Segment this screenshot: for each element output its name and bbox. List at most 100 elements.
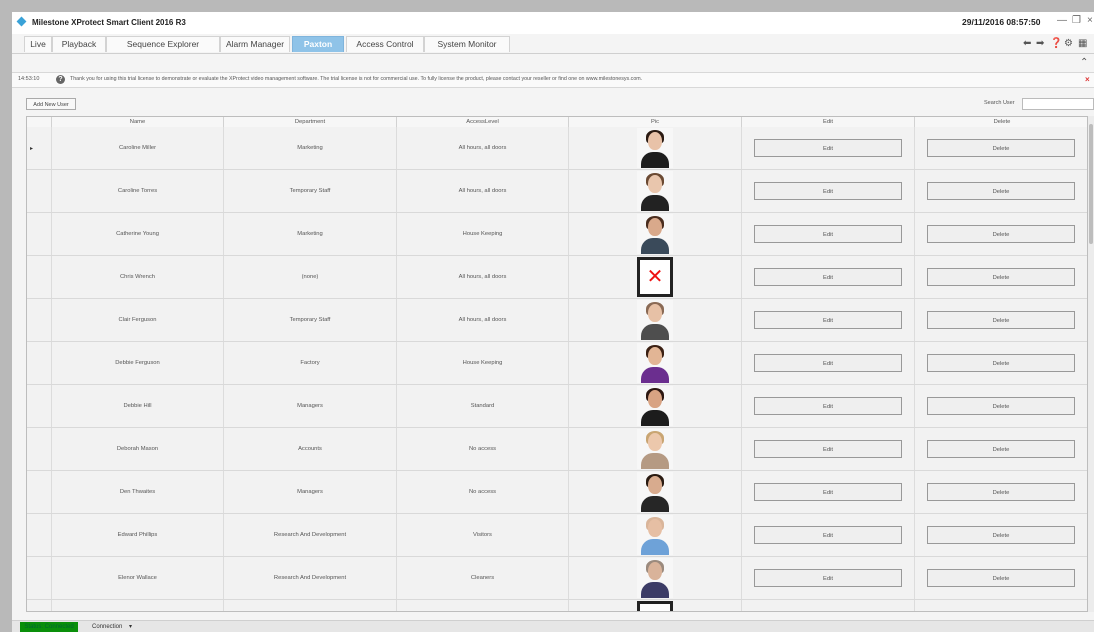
access-level-cell: Visitors xyxy=(396,514,568,556)
department-cell: Managers xyxy=(223,471,396,513)
edit-button[interactable]: Edit xyxy=(754,440,902,458)
tab-playback[interactable]: Playback xyxy=(52,36,106,52)
column-header-department[interactable]: Department xyxy=(223,117,396,127)
edit-button[interactable]: Edit xyxy=(754,569,902,587)
grid-scrollbar[interactable] xyxy=(1088,116,1094,612)
user-name-cell: Deborah Mason xyxy=(51,428,223,470)
table-row[interactable]: Debbie Hill Managers Standard Edit Delete xyxy=(27,385,1087,428)
table-row[interactable]: ✕ EditDelete xyxy=(27,600,1087,611)
photo-face xyxy=(648,175,662,193)
delete-button[interactable]: Delete xyxy=(927,311,1075,329)
layout-icon[interactable]: ▦ xyxy=(1078,38,1087,49)
photo-shoulders xyxy=(641,367,669,383)
edit-button[interactable]: Edit xyxy=(754,397,902,415)
row-selector[interactable] xyxy=(27,299,51,341)
table-row[interactable]: ▸ Caroline Miller Marketing All hours, all … xyxy=(27,127,1087,170)
row-selector[interactable] xyxy=(27,256,51,298)
photo-shoulders xyxy=(641,582,669,598)
connection-menu[interactable]: Connection ▾ xyxy=(92,622,132,632)
table-row[interactable]: Caroline Torres Temporary Staff All hours,… xyxy=(27,170,1087,213)
table-row[interactable]: Deborah Mason Accounts No access Edit Delete xyxy=(27,428,1087,471)
column-header-delete[interactable]: Delete xyxy=(914,117,1087,127)
row-selector[interactable] xyxy=(27,213,51,255)
table-row[interactable]: Catherine Young Marketing House Keeping Edi… xyxy=(27,213,1087,256)
table-row[interactable]: Elenor Wallace Research And Development Cl… xyxy=(27,557,1087,600)
row-selector[interactable]: ▸ xyxy=(27,127,51,169)
delete-button[interactable]: Delete xyxy=(927,268,1075,286)
restore-icon[interactable]: ❐ xyxy=(1072,15,1081,26)
workspace-tabs: Live Playback Sequence Explorer Alarm Ma… xyxy=(12,34,1094,54)
edit-button[interactable]: Edit xyxy=(754,225,902,243)
back-arrow-icon[interactable]: ⬅ xyxy=(1023,38,1031,49)
help-icon[interactable]: ❓ xyxy=(1050,38,1062,49)
banner-message: Thank you for using this trial license t… xyxy=(70,76,643,82)
edit-button[interactable]: Edit xyxy=(754,182,902,200)
search-user-input[interactable] xyxy=(1022,98,1094,110)
row-selector[interactable] xyxy=(27,471,51,513)
row-selector[interactable] xyxy=(27,385,51,427)
workspace-subbar: ⌃ xyxy=(12,54,1094,73)
scrollbar-thumb[interactable] xyxy=(1089,124,1093,244)
delete-button[interactable]: Delete xyxy=(927,440,1075,458)
red-x-icon: ✕ xyxy=(640,604,670,611)
department-cell: Managers xyxy=(223,385,396,427)
user-name-cell: Chris Wrench xyxy=(51,256,223,298)
row-selector[interactable] xyxy=(27,514,51,556)
tab-live[interactable]: Live xyxy=(24,36,52,52)
table-row[interactable]: Chris Wrench (none) All hours, all doors ✕ E… xyxy=(27,256,1087,299)
column-header-pic[interactable]: Pic xyxy=(568,117,741,127)
edit-button[interactable]: Edit xyxy=(754,354,902,372)
edit-button[interactable]: Edit xyxy=(754,483,902,501)
edit-button[interactable]: Edit xyxy=(754,526,902,544)
tab-access-control[interactable]: Access Control xyxy=(346,36,424,52)
banner-close-icon[interactable]: × xyxy=(1085,75,1090,84)
settings-gear-icon[interactable]: ⚙ xyxy=(1064,38,1073,49)
edit-cell: Edit xyxy=(741,342,914,384)
column-header-name[interactable]: Name xyxy=(51,117,223,127)
table-row[interactable]: Clair Ferguson Temporary Staff All hours, … xyxy=(27,299,1087,342)
row-selector[interactable] xyxy=(27,557,51,599)
user-photo xyxy=(637,429,673,469)
delete-button[interactable]: Delete xyxy=(927,182,1075,200)
tab-alarm-manager[interactable]: Alarm Manager xyxy=(220,36,290,52)
status-bar: Status: Connected Connection ▾ xyxy=(12,620,1094,632)
photo-shoulders xyxy=(641,238,669,254)
user-name-cell: Edward Phillips xyxy=(51,514,223,556)
row-selector[interactable] xyxy=(27,428,51,470)
access-level-cell: All hours, all doors xyxy=(396,127,568,169)
delete-cell: Delete xyxy=(914,342,1087,384)
table-row[interactable]: Den Thwaites Managers No access Edit Delete xyxy=(27,471,1087,514)
minimize-icon[interactable]: — xyxy=(1057,15,1067,26)
edit-button[interactable]: Edit xyxy=(754,311,902,329)
column-header-edit[interactable]: Edit xyxy=(741,117,914,127)
row-selector[interactable] xyxy=(27,170,51,212)
tab-paxton[interactable]: Paxton xyxy=(292,36,344,52)
edit-button[interactable]: Edit xyxy=(754,268,902,286)
row-selector[interactable] xyxy=(27,342,51,384)
add-new-user-button[interactable]: Add New User xyxy=(26,98,76,110)
column-header-access-level[interactable]: AccessLevel xyxy=(396,117,568,127)
pic-cell xyxy=(568,299,741,341)
edit-cell: Edit xyxy=(741,557,914,599)
delete-button[interactable]: Delete xyxy=(927,483,1075,501)
user-photo xyxy=(637,472,673,512)
delete-button[interactable]: Delete xyxy=(927,526,1075,544)
user-name-cell: Den Thwaites xyxy=(51,471,223,513)
pic-cell xyxy=(568,213,741,255)
delete-button[interactable]: Delete xyxy=(927,569,1075,587)
row-selector[interactable] xyxy=(27,600,51,611)
tab-sequence-explorer[interactable]: Sequence Explorer xyxy=(106,36,220,52)
delete-button[interactable]: Delete xyxy=(927,225,1075,243)
delete-button[interactable]: Delete xyxy=(927,139,1075,157)
edit-button[interactable]: Edit xyxy=(754,139,902,157)
tab-system-monitor[interactable]: System Monitor xyxy=(424,36,510,52)
access-level-cell: No access xyxy=(396,471,568,513)
close-icon[interactable]: × xyxy=(1087,15,1093,26)
delete-button[interactable]: Delete xyxy=(927,397,1075,415)
forward-arrow-icon[interactable]: ➡ xyxy=(1036,38,1044,49)
photo-face xyxy=(648,476,662,494)
table-row[interactable]: Edward Phillips Research And Development V… xyxy=(27,514,1087,557)
collapse-up-icon[interactable]: ⌃ xyxy=(1080,57,1088,68)
delete-button[interactable]: Delete xyxy=(927,354,1075,372)
table-row[interactable]: Debbie Ferguson Factory House Keeping Edit D… xyxy=(27,342,1087,385)
